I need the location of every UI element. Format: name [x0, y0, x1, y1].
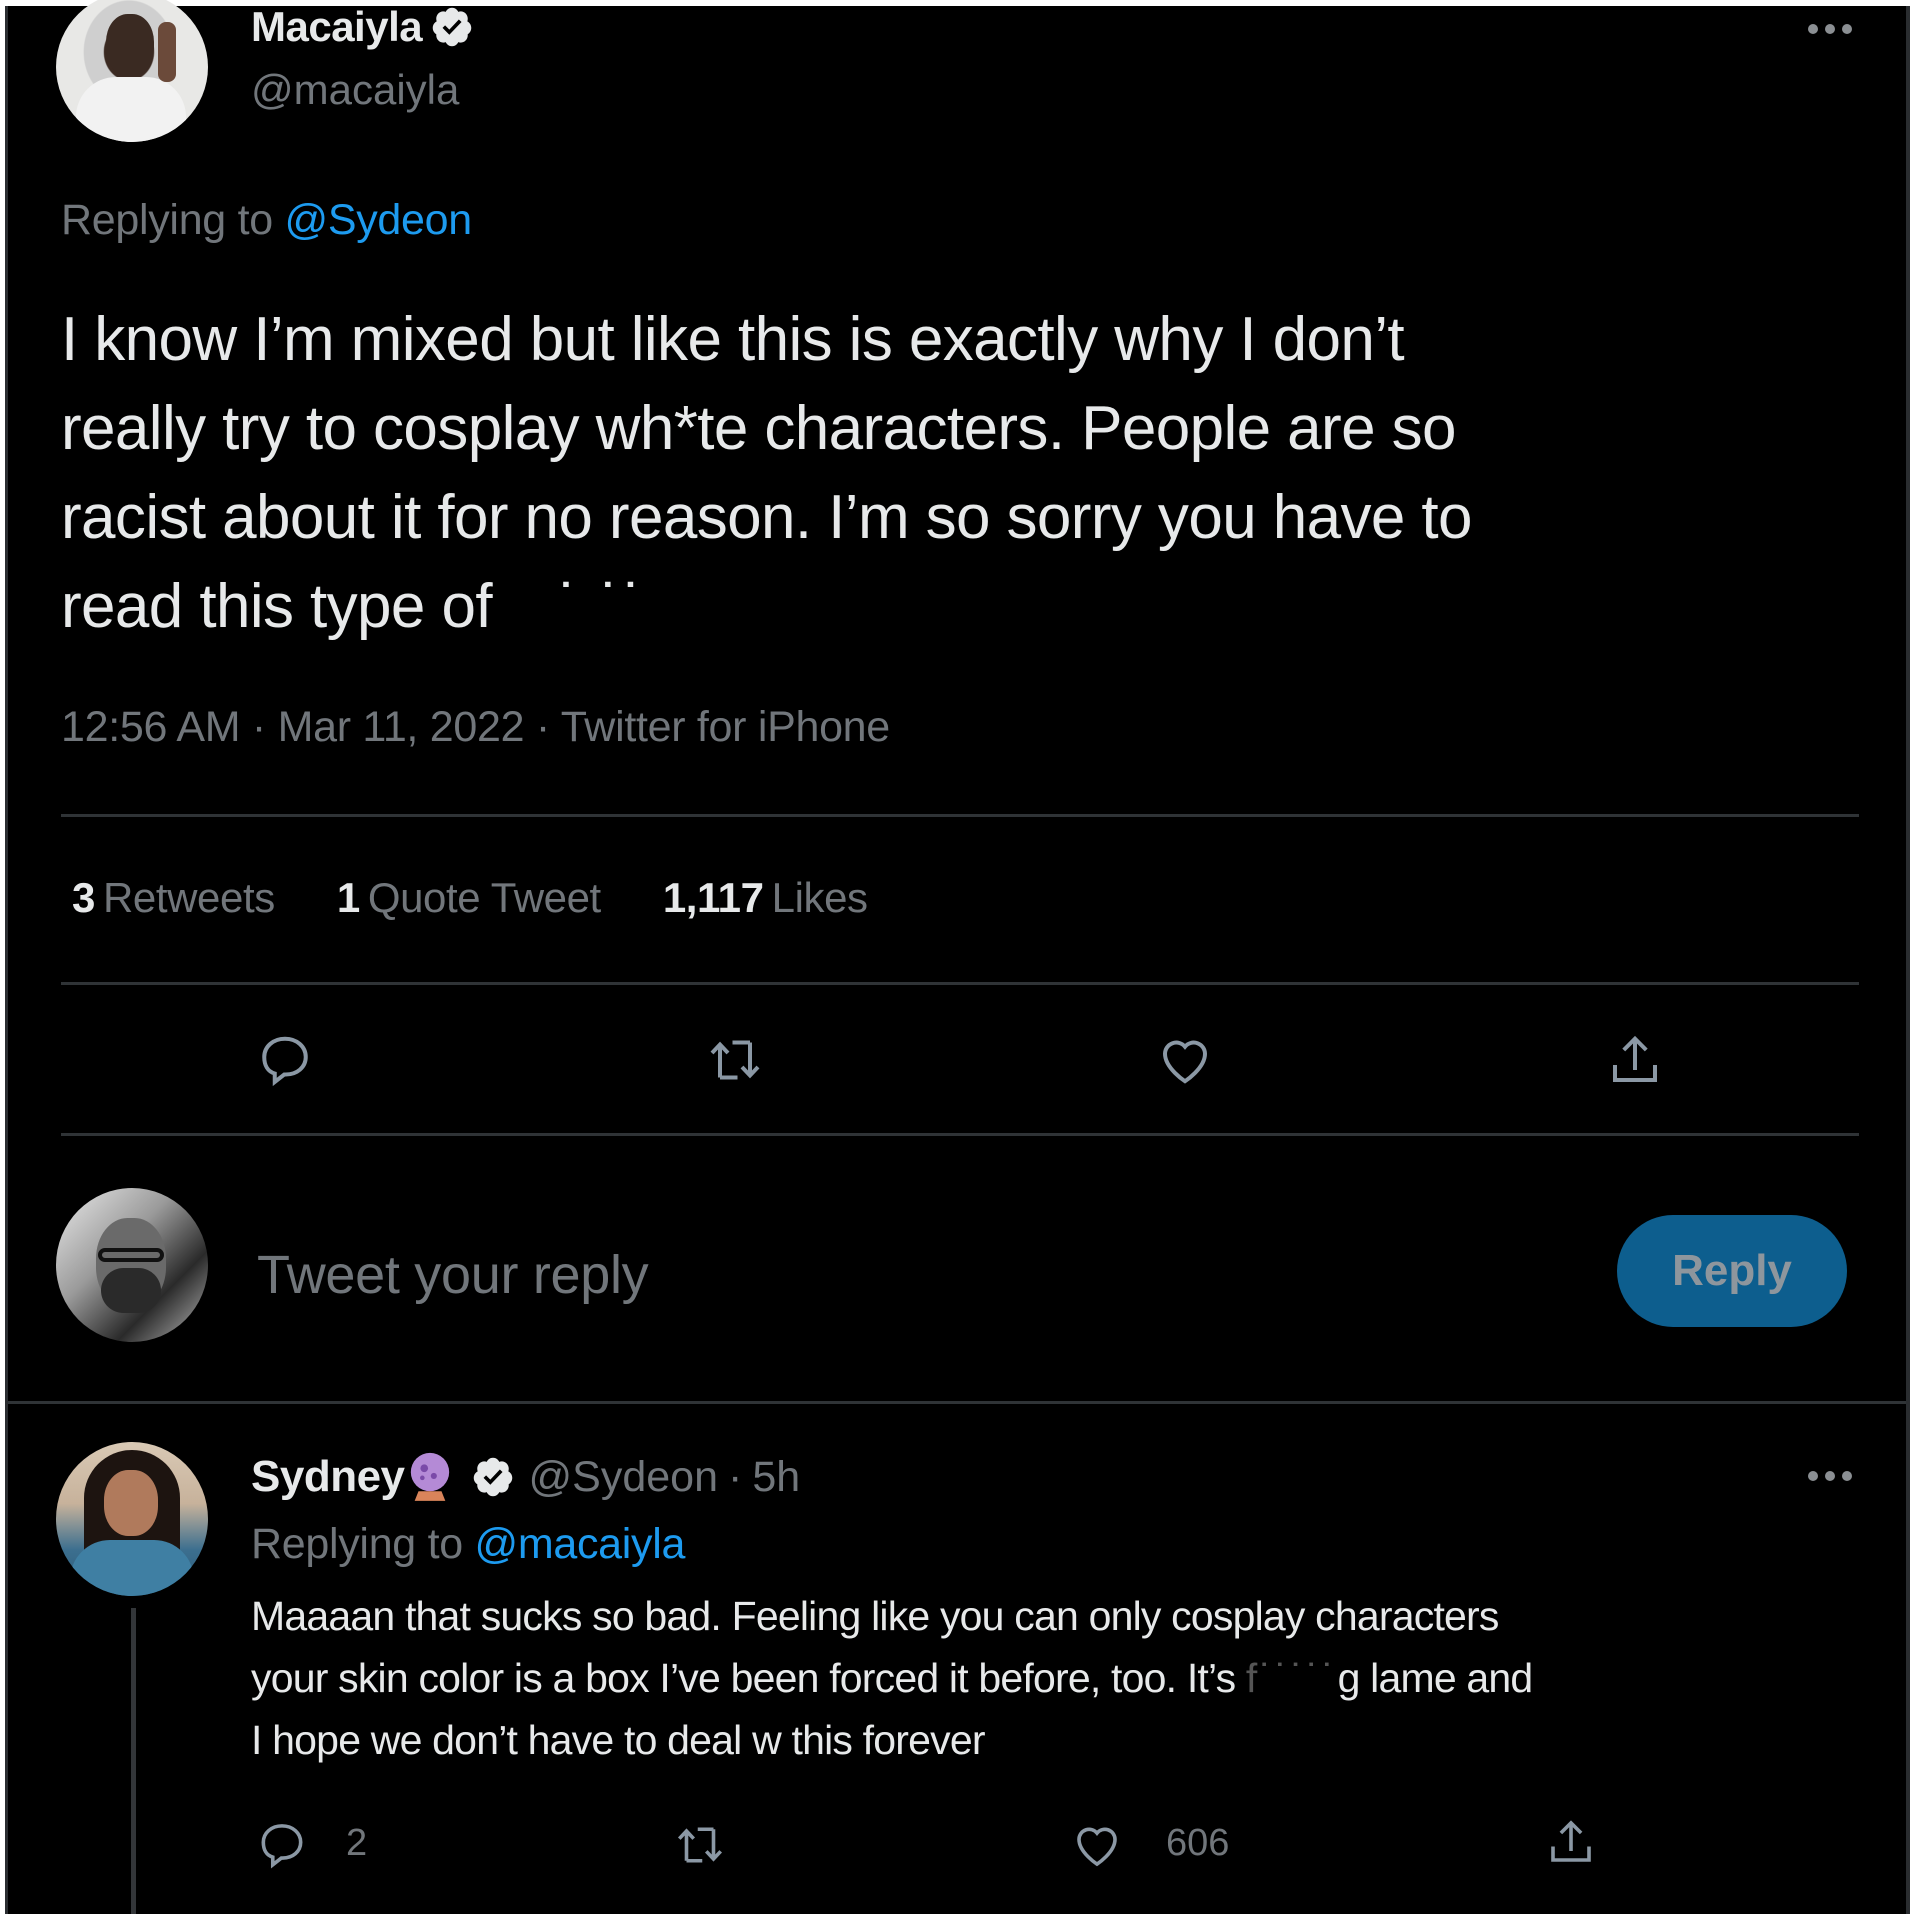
reply-replying-to-line: Replying to @macaiyla — [251, 1520, 685, 1569]
likes-stat[interactable]: 1,117 Likes — [663, 874, 868, 922]
retweets-count: 3 — [72, 874, 95, 921]
reply-author-name[interactable]: Sydney — [251, 1452, 405, 1502]
current-user-avatar[interactable] — [56, 1188, 208, 1342]
avatar-shirt — [76, 77, 186, 142]
reply-line-tail: g lame and — [1337, 1655, 1534, 1701]
section-separator — [8, 1401, 1906, 1404]
divider — [61, 814, 1859, 817]
avatar-glasses — [98, 1248, 164, 1262]
divider — [61, 982, 1859, 985]
tweet-timestamp[interactable]: 12:56 AM · Mar 11, 2022 · Twitter for iP… — [61, 703, 890, 752]
reply-more-options-icon[interactable] — [1808, 1471, 1852, 1481]
like-icon[interactable] — [1155, 1030, 1215, 1090]
author-name-row: Macaiyla — [251, 2, 474, 52]
reply-line-text: your skin color is a box I’ve been force… — [251, 1655, 1236, 1701]
retweets-label: Retweets — [102, 874, 275, 921]
verified-badge-icon — [471, 1455, 515, 1499]
tweet-stats: 3 Retweets 1 Quote Tweet 1,117 Likes — [72, 874, 868, 922]
quote-label: Quote Tweet — [367, 874, 601, 921]
reply-body: Maaaan that sucks so bad. Feeling like y… — [251, 1585, 1891, 1771]
author-avatar[interactable] — [56, 0, 208, 142]
replying-to-handle-link[interactable]: @macaiyla — [474, 1520, 685, 1568]
like-count: 606 — [1166, 1822, 1230, 1864]
avatar-beard — [101, 1268, 161, 1313]
author-handle[interactable]: @macaiyla — [251, 66, 459, 114]
reply-icon[interactable] — [255, 1818, 309, 1872]
reply-button[interactable]: Reply — [1617, 1215, 1847, 1327]
retweets-stat[interactable]: 3 Retweets — [72, 874, 275, 922]
reply-author-avatar[interactable] — [56, 1442, 208, 1596]
retweet-icon[interactable] — [705, 1030, 765, 1090]
more-options-icon[interactable] — [1808, 24, 1852, 34]
divider — [61, 1133, 1859, 1136]
reply-time-ago[interactable]: 5h — [752, 1453, 800, 1502]
author-display-name[interactable]: Macaiyla — [251, 3, 423, 51]
avatar-hand — [158, 22, 176, 82]
like-icon[interactable] — [1070, 1818, 1124, 1872]
reply-author-handle[interactable]: @Sydeon — [529, 1453, 719, 1502]
reply-line: Maaaan that sucks so bad. Feeling like y… — [251, 1593, 1499, 1639]
thread-connector-line — [131, 1608, 136, 1914]
crystal-ball-icon — [407, 1451, 453, 1503]
replying-to-label: Replying to — [251, 1520, 463, 1568]
tweet-body: I know I’m mixed but like this is exactl… — [61, 295, 1861, 651]
reply-line: your skin color is a box I’ve been force… — [251, 1647, 1891, 1709]
likes-label: Likes — [771, 874, 868, 921]
replying-to-line: Replying to @Sydeon — [61, 196, 472, 245]
reply-author-row: Sydney @Sydeon · 5h — [251, 1450, 800, 1504]
reply-count: 2 — [346, 1822, 368, 1864]
avatar-top — [70, 1540, 194, 1596]
avatar-face — [104, 1470, 158, 1536]
tweet-line: read this type of ˙ ˙˙ — [61, 562, 1861, 651]
censored-word: ˙ ˙˙ — [558, 572, 646, 641]
reply-icon[interactable] — [255, 1030, 315, 1090]
reply-line: I hope we don’t have to deal w this fore… — [251, 1717, 985, 1763]
tweet-line-text: read this type of — [61, 572, 493, 641]
censored-word: f˙˙˙˙˙ — [1245, 1655, 1338, 1701]
share-icon[interactable] — [1605, 1030, 1665, 1090]
likes-count: 1,117 — [662, 874, 764, 921]
retweet-icon[interactable] — [673, 1818, 727, 1872]
share-icon[interactable] — [1544, 1815, 1598, 1869]
tweet-line: I know I’m mixed but like this is exactl… — [61, 305, 1405, 374]
replying-to-handle-link[interactable]: @Sydeon — [284, 196, 472, 244]
avatar-head — [106, 14, 154, 76]
tweet-line: really try to cosplay wh*te characters. … — [61, 394, 1456, 463]
meta-separator: · — [728, 1452, 743, 1501]
replying-to-label: Replying to — [61, 196, 273, 244]
quote-tweets-stat[interactable]: 1 Quote Tweet — [337, 874, 601, 922]
reply-input[interactable]: Tweet your reply — [257, 1244, 1557, 1306]
quote-count: 1 — [336, 874, 360, 921]
tweet-line: racist about it for no reason. I’m so so… — [61, 483, 1473, 552]
verified-badge-icon — [430, 5, 474, 49]
